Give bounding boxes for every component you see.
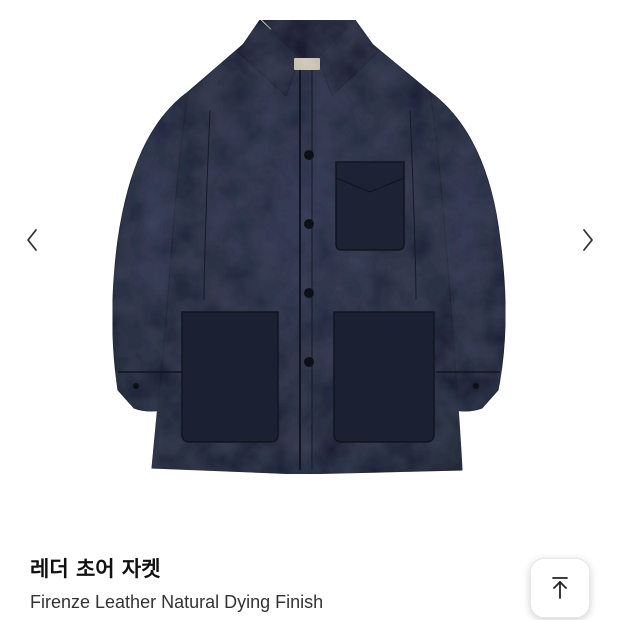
product-image	[112, 19, 506, 475]
product-title: 레더 초어 자켓	[30, 557, 161, 581]
scroll-to-top-button[interactable]	[530, 558, 590, 618]
jacket	[112, 19, 506, 475]
carousel-prev-button[interactable]	[20, 225, 44, 255]
right-pocket	[333, 311, 435, 443]
chevron-left-icon	[27, 229, 37, 251]
chest-pocket	[335, 161, 405, 251]
carousel-next-button[interactable]	[576, 225, 600, 255]
left-pocket	[181, 311, 279, 443]
arrow-up-to-top-icon	[552, 577, 568, 599]
chevron-right-icon	[583, 229, 593, 251]
product-detail-page: 레더 초어 자켓 Firenze Leather Natural Dying F…	[0, 0, 620, 620]
product-subtitle: Firenze Leather Natural Dying Finish	[30, 592, 324, 612]
